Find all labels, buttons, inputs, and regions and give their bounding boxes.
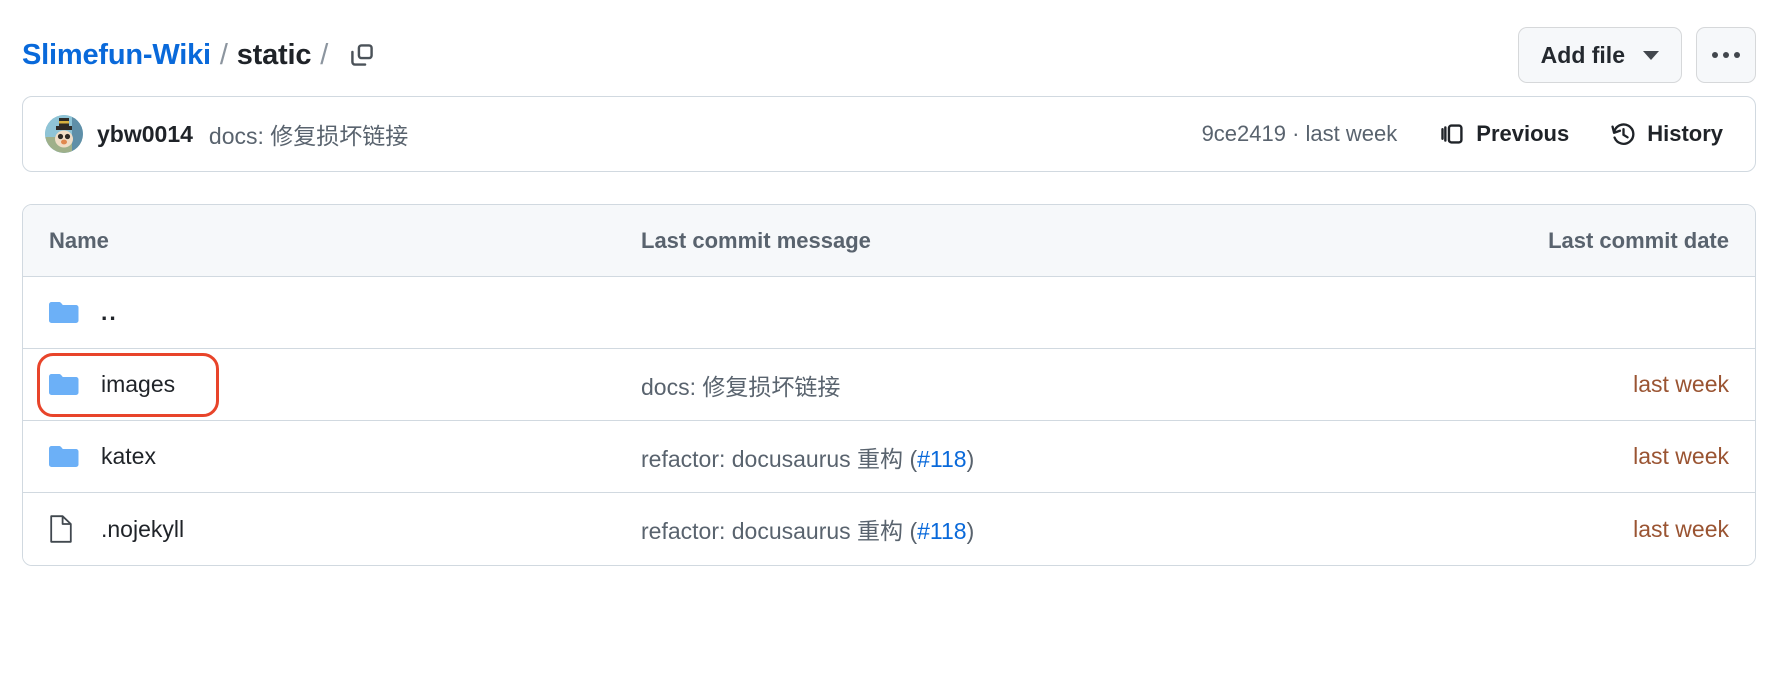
- issue-link[interactable]: #118: [917, 518, 966, 544]
- table-row[interactable]: katex refactor: docusaurus 重构 (#118) las…: [23, 421, 1755, 493]
- add-file-label: Add file: [1541, 42, 1625, 69]
- row-name-cell: ..: [23, 299, 641, 326]
- previous-label: Previous: [1476, 121, 1569, 147]
- latest-commit-meta-group: 9ce2419 · last week Previous History: [1202, 115, 1733, 153]
- entry-commit-message[interactable]: refactor: docusaurus 重构 (#118): [641, 512, 1491, 546]
- file-table-header: Name Last commit message Last commit dat…: [23, 205, 1755, 277]
- row-name-cell: katex: [23, 443, 641, 470]
- breadcrumb-separator-trailing: /: [320, 39, 328, 72]
- latest-commit-message[interactable]: docs: 修复损坏链接: [209, 117, 408, 151]
- breadcrumb: Slimefun-Wiki / static /: [22, 36, 381, 74]
- file-icon: [49, 515, 83, 543]
- header-actions: Add file: [1518, 27, 1756, 83]
- page-header: Slimefun-Wiki / static / Add file: [22, 0, 1756, 96]
- kebab-dot: [1734, 52, 1740, 58]
- table-row[interactable]: ..: [23, 277, 1755, 349]
- row-date-cell: last week: [1515, 516, 1755, 543]
- table-row[interactable]: images docs: 修复损坏链接 last week: [23, 349, 1755, 421]
- row-message-cell: docs: 修复损坏链接: [641, 368, 1515, 402]
- kebab-horizontal-icon: [1712, 52, 1718, 58]
- file-table: Name Last commit message Last commit dat…: [22, 204, 1756, 566]
- folder-icon: [49, 300, 83, 326]
- repo-file-browser: Slimefun-Wiki / static / Add file: [0, 0, 1778, 682]
- history-clock-icon: [1611, 122, 1636, 147]
- entry-commit-message-suffix: ): [967, 446, 975, 472]
- entry-name-link[interactable]: katex: [101, 443, 156, 470]
- commit-meta-separator: ·: [1286, 121, 1306, 146]
- copy-path-icon[interactable]: [343, 36, 381, 74]
- sidebar-expand-icon: [1441, 122, 1465, 146]
- row-name-cell: images: [23, 371, 641, 398]
- chevron-down-icon: [1643, 51, 1659, 60]
- latest-commit-author-group: ybw0014 docs: 修复损坏链接: [45, 115, 408, 153]
- issue-link[interactable]: #118: [917, 446, 966, 472]
- history-label: History: [1647, 121, 1723, 147]
- breadcrumb-current-folder: static: [237, 39, 312, 72]
- row-message-cell: refactor: docusaurus 重构 (#118): [641, 512, 1515, 546]
- more-options-button[interactable]: [1696, 27, 1756, 83]
- commit-hash-link[interactable]: 9ce2419: [1202, 121, 1286, 146]
- entry-commit-date[interactable]: last week: [1633, 516, 1729, 542]
- column-header-message: Last commit message: [641, 228, 1515, 254]
- folder-icon: [49, 444, 83, 470]
- latest-commit-bar: ybw0014 docs: 修复损坏链接 9ce2419 · last week…: [22, 96, 1756, 172]
- folder-icon: [49, 372, 83, 398]
- previous-button[interactable]: Previous: [1431, 115, 1579, 153]
- entry-commit-message[interactable]: refactor: docusaurus 重构 (#118): [641, 440, 1491, 474]
- avatar[interactable]: [45, 115, 83, 153]
- entry-commit-message-text: refactor: docusaurus 重构 (: [641, 446, 917, 472]
- entry-commit-date[interactable]: last week: [1633, 371, 1729, 397]
- entry-commit-message[interactable]: docs: 修复损坏链接: [641, 368, 1491, 402]
- table-row[interactable]: .nojekyll refactor: docusaurus 重构 (#118)…: [23, 493, 1755, 565]
- row-date-cell: last week: [1515, 443, 1755, 470]
- column-header-name-label: Name: [49, 228, 109, 254]
- add-file-button[interactable]: Add file: [1518, 27, 1682, 83]
- entry-commit-date[interactable]: last week: [1633, 443, 1729, 469]
- column-header-name: Name: [23, 228, 641, 254]
- row-message-cell: refactor: docusaurus 重构 (#118): [641, 440, 1515, 474]
- commit-author-link[interactable]: ybw0014: [97, 121, 193, 148]
- entry-commit-message-text: refactor: docusaurus 重构 (: [641, 518, 917, 544]
- entry-name-link[interactable]: .nojekyll: [101, 516, 184, 543]
- commit-relative-time: last week: [1306, 121, 1398, 146]
- column-header-message-label: Last commit message: [641, 228, 871, 253]
- breadcrumb-repo-link[interactable]: Slimefun-Wiki: [22, 39, 211, 72]
- column-header-date-label: Last commit date: [1548, 228, 1729, 253]
- commit-hash-and-time: 9ce2419 · last week: [1202, 121, 1398, 147]
- kebab-dot: [1723, 52, 1729, 58]
- entry-commit-message-suffix: ): [967, 518, 975, 544]
- entry-name-link[interactable]: ..: [101, 299, 118, 326]
- column-header-date: Last commit date: [1515, 228, 1755, 254]
- row-date-cell: last week: [1515, 371, 1755, 398]
- history-button[interactable]: History: [1601, 115, 1733, 153]
- row-name-cell: .nojekyll: [23, 515, 641, 543]
- breadcrumb-separator: /: [220, 39, 228, 72]
- entry-name-link[interactable]: images: [101, 371, 175, 398]
